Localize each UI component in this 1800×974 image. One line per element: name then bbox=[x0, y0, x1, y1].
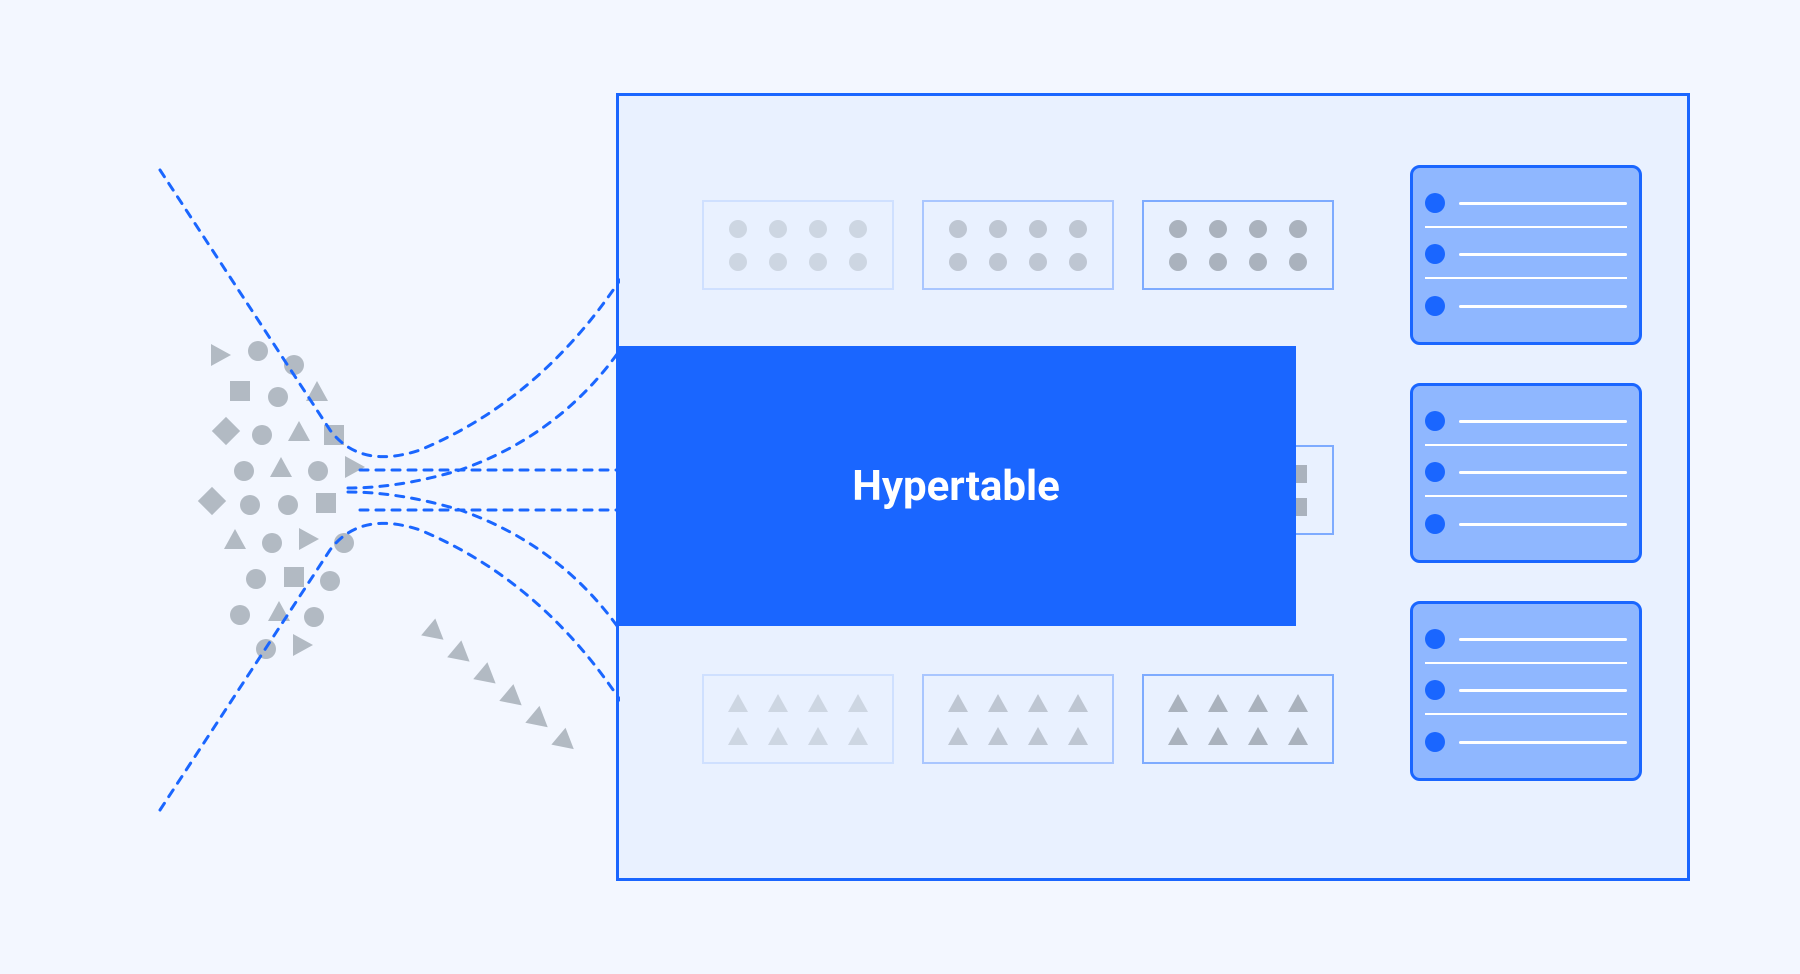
result-row bbox=[1425, 616, 1627, 664]
line-icon bbox=[1459, 523, 1627, 526]
dot-icon bbox=[1425, 193, 1445, 213]
hypertable-diagram: Hypertable bbox=[0, 0, 1800, 974]
chunk-row-circles bbox=[702, 200, 1334, 290]
line-icon bbox=[1459, 638, 1627, 641]
result-row bbox=[1425, 180, 1627, 228]
line-icon bbox=[1459, 305, 1627, 308]
line-icon bbox=[1459, 202, 1627, 205]
result-column bbox=[1410, 165, 1642, 781]
result-card-1 bbox=[1410, 165, 1642, 345]
dot-icon bbox=[1425, 514, 1445, 534]
result-row bbox=[1425, 398, 1627, 446]
result-row bbox=[1425, 718, 1627, 766]
dot-icon bbox=[1425, 411, 1445, 431]
result-card-3 bbox=[1410, 601, 1642, 781]
chunk-row-triangles bbox=[702, 674, 1334, 764]
chunk-triangles-1 bbox=[702, 674, 894, 764]
hypertable-label: Hypertable bbox=[852, 462, 1060, 511]
chunk-triangles-2 bbox=[922, 674, 1114, 764]
dot-icon bbox=[1425, 244, 1445, 264]
line-icon bbox=[1459, 689, 1627, 692]
dot-icon bbox=[1425, 680, 1445, 700]
result-row bbox=[1425, 282, 1627, 330]
chunk-circles-2 bbox=[922, 200, 1114, 290]
chunk-circles-3 bbox=[1142, 200, 1334, 290]
line-icon bbox=[1459, 471, 1627, 474]
chunk-triangles-3 bbox=[1142, 674, 1334, 764]
line-icon bbox=[1459, 741, 1627, 744]
result-row bbox=[1425, 449, 1627, 497]
dot-icon bbox=[1425, 629, 1445, 649]
hypertable-label-box: Hypertable bbox=[616, 346, 1296, 626]
dot-icon bbox=[1425, 296, 1445, 316]
dot-icon bbox=[1425, 732, 1445, 752]
result-row bbox=[1425, 231, 1627, 279]
ingest-funnel-paths bbox=[100, 150, 620, 830]
line-icon bbox=[1459, 253, 1627, 256]
dot-icon bbox=[1425, 462, 1445, 482]
result-row bbox=[1425, 500, 1627, 548]
line-icon bbox=[1459, 420, 1627, 423]
result-row bbox=[1425, 667, 1627, 715]
result-card-2 bbox=[1410, 383, 1642, 563]
chunk-circles-1 bbox=[702, 200, 894, 290]
